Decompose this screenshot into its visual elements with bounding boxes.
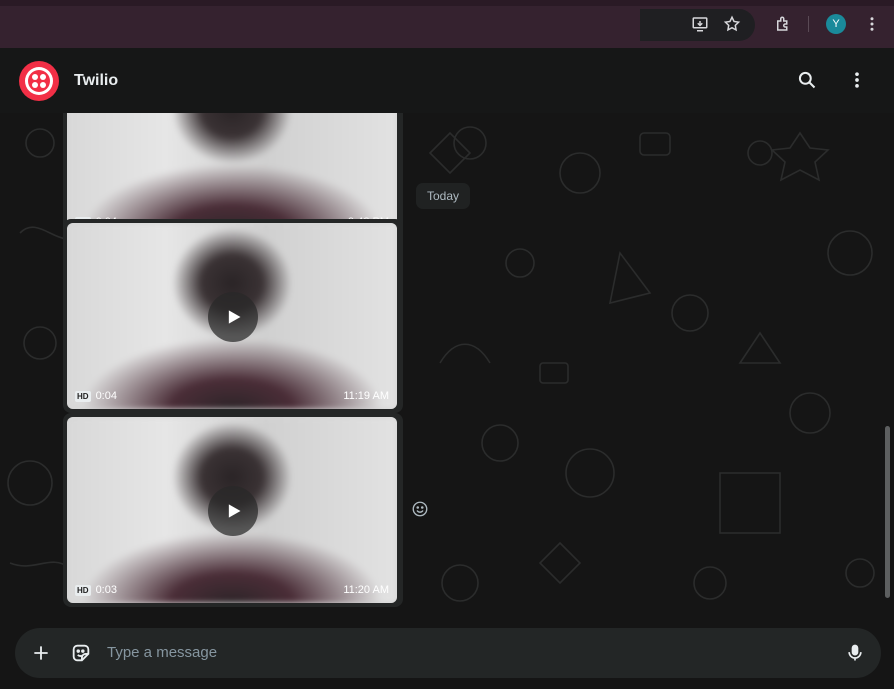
video-message[interactable]: HD 0:03 11:20 AM (63, 413, 403, 607)
date-separator: Today (416, 183, 470, 209)
video-thumbnail[interactable]: HD 0:04 9:48 PM (67, 113, 397, 235)
video-duration: 0:04 (95, 390, 117, 402)
plus-icon[interactable] (29, 641, 53, 665)
search-icon[interactable] (795, 68, 819, 92)
message-time: 11:19 AM (343, 390, 389, 402)
browser-menu-icon[interactable] (861, 13, 883, 35)
sticker-icon[interactable] (69, 641, 93, 665)
message-list[interactable]: Today HD 0:04 9:48 PM HD 0:04 (0, 113, 894, 628)
chat-app: Twilio Today HD 0:04 11:19 AM HD 0:03 11… (0, 48, 894, 689)
video-meta: HD 0:03 (75, 584, 117, 596)
hd-badge: HD (75, 584, 91, 596)
profile-avatar[interactable]: Y (826, 14, 846, 34)
twilio-logo[interactable] (19, 61, 59, 101)
browser-tab-strip (0, 0, 894, 6)
video-meta: HD 0:04 (75, 390, 117, 402)
more-options-icon[interactable] (845, 68, 869, 92)
video-duration: 0:03 (95, 584, 117, 596)
message-input-box[interactable]: Type a message (15, 628, 881, 678)
scrollbar-thumb[interactable] (885, 426, 890, 598)
message-time: 11:20 AM (343, 584, 389, 596)
emoji-reaction-icon[interactable] (410, 499, 430, 519)
video-thumbnail[interactable]: HD 0:03 11:20 AM (67, 417, 397, 603)
toolbar-separator (808, 16, 809, 32)
twilio-logo-ring (25, 67, 53, 95)
video-message[interactable]: HD 0:04 11:19 AM (63, 219, 403, 413)
play-icon[interactable] (208, 292, 258, 342)
install-app-icon[interactable] (689, 13, 711, 35)
browser-toolbar: Y (0, 0, 894, 48)
extensions-icon[interactable] (772, 13, 794, 35)
hd-badge: HD (75, 390, 91, 402)
microphone-icon[interactable] (843, 641, 867, 665)
play-icon[interactable] (208, 486, 258, 536)
message-input[interactable]: Type a message (107, 644, 217, 661)
bookmark-star-icon[interactable] (721, 13, 743, 35)
video-thumbnail[interactable]: HD 0:04 11:19 AM (67, 223, 397, 409)
message-composer: Type a message (0, 628, 894, 689)
contact-name[interactable]: Twilio (74, 72, 118, 90)
chat-header: Twilio (0, 48, 894, 113)
